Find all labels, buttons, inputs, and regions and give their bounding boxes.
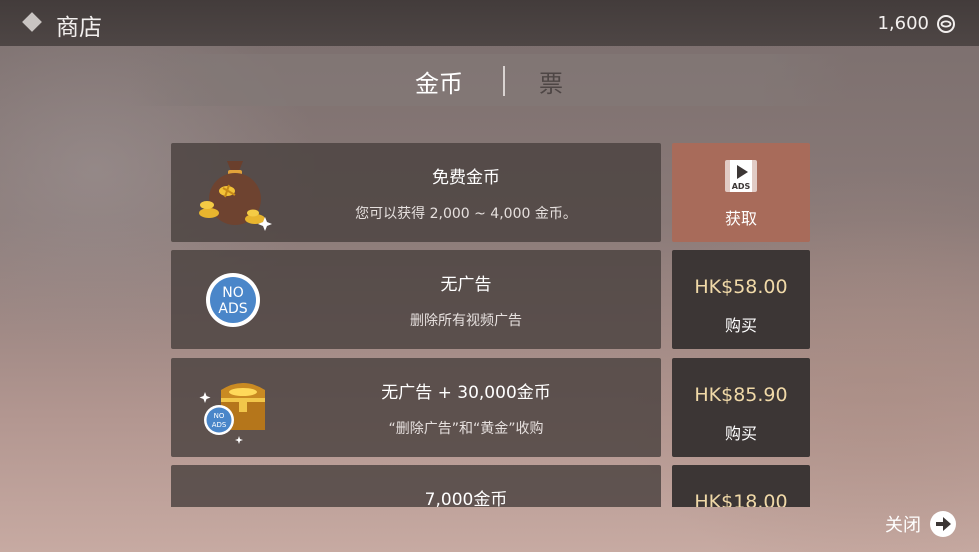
page-title: 商店 xyxy=(56,15,102,41)
item-title: 无广告 xyxy=(440,275,492,295)
tab-divider xyxy=(503,66,505,96)
tab-tickets[interactable]: 票 xyxy=(539,64,563,99)
item-description: “删除广告”和“黄金”收购 xyxy=(388,421,544,437)
no-ads-badge-icon: NO ADS xyxy=(206,273,260,327)
top-bar: 商店 1,600 xyxy=(0,0,979,46)
shop-item-no-ads-bundle: NO ADS 无广告 + 30,000金币 “删除广告”和“黄金”收购 HK$8… xyxy=(171,358,811,457)
close-button[interactable]: 关闭 xyxy=(885,510,957,538)
chest-badge-text-bottom: ADS xyxy=(212,421,227,429)
price-label: HK$85.90 xyxy=(694,384,788,406)
item-title: 免费金币 xyxy=(432,168,500,188)
item-title: 7,000金币 xyxy=(424,490,508,507)
shop-item-free-coins: 免费金币 您可以获得 2,000 ~ 4,000 金币。 ADS 获取 xyxy=(171,143,811,242)
buy-no-ads-button[interactable]: HK$58.00 购买 xyxy=(672,250,810,349)
shop-item-7000-coins: 7,000金币 HK$18.00 xyxy=(171,465,811,507)
button-label: 购买 xyxy=(724,316,757,335)
coin-balance: 1,600 xyxy=(877,13,955,34)
item-description: 您可以获得 2,000 ~ 4,000 金币。 xyxy=(355,206,577,222)
ads-icon-text: ADS xyxy=(732,182,751,191)
button-label: 获取 xyxy=(724,209,757,228)
tab-coins[interactable]: 金币 xyxy=(415,64,463,99)
buy-7000-coins-button[interactable]: HK$18.00 xyxy=(672,465,810,507)
coin-balance-amount: 1,600 xyxy=(877,13,929,34)
item-card: 7,000金币 xyxy=(171,465,661,507)
close-label: 关闭 xyxy=(885,515,921,536)
no-ads-badge-text-top: NO xyxy=(222,285,244,301)
no-ads-badge-text-bottom: ADS xyxy=(218,301,247,317)
price-label: HK$18.00 xyxy=(694,491,788,507)
item-card: NO ADS 无广告 + 30,000金币 “删除广告”和“黄金”收购 xyxy=(171,358,661,457)
treasure-chest-icon: NO ADS xyxy=(199,383,265,444)
item-description: 删除所有视频广告 xyxy=(410,313,522,329)
tab-bar: 金币 票 xyxy=(130,54,849,106)
item-card: 免费金币 您可以获得 2,000 ~ 4,000 金币。 xyxy=(171,143,661,242)
arrow-right-circle-icon xyxy=(930,511,956,537)
coin-icon xyxy=(937,14,955,33)
gold-coins-icon xyxy=(193,477,273,507)
ads-video-icon: ADS xyxy=(725,160,757,192)
chest-badge-text-top: NO xyxy=(214,412,225,420)
price-label: HK$58.00 xyxy=(694,276,788,298)
shop-item-list[interactable]: 免费金币 您可以获得 2,000 ~ 4,000 金币。 ADS 获取 NO A… xyxy=(171,143,811,507)
item-title: 无广告 + 30,000金币 xyxy=(381,383,551,403)
money-bag-icon xyxy=(199,161,272,231)
item-card: NO ADS 无广告 删除所有视频广告 xyxy=(171,250,661,349)
get-free-coins-button[interactable]: ADS 获取 xyxy=(672,143,810,242)
diamond-icon xyxy=(22,12,42,32)
shop-item-no-ads: NO ADS 无广告 删除所有视频广告 HK$58.00 购买 xyxy=(171,250,811,349)
button-label: 购买 xyxy=(724,424,757,443)
buy-no-ads-bundle-button[interactable]: HK$85.90 购买 xyxy=(672,358,810,457)
